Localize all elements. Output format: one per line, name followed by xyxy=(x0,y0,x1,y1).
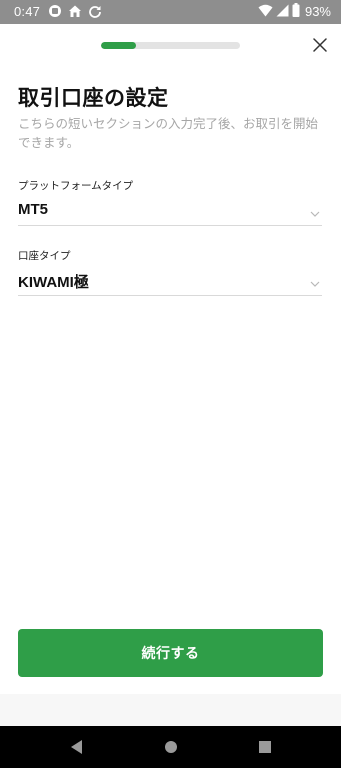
page-title: 取引口座の設定 xyxy=(18,86,169,110)
field-divider xyxy=(18,225,322,226)
field-divider xyxy=(18,295,322,296)
continue-button[interactable]: 続行する xyxy=(18,629,323,677)
battery-percentage: 93% xyxy=(304,4,331,19)
circle-notification-icon xyxy=(48,4,62,18)
platform-type-label: プラットフォームタイプ xyxy=(18,180,134,192)
footer-area xyxy=(0,694,341,726)
chevron-down-icon xyxy=(310,202,320,221)
status-system-icons: 93% xyxy=(258,3,331,20)
chevron-down-icon xyxy=(310,272,320,291)
back-triangle-icon[interactable] xyxy=(70,739,86,755)
page-subtitle: こちらの短いセクションの入力完了後、お取引を開始できます。 xyxy=(18,116,319,150)
status-bar: 0:47 93% xyxy=(0,0,341,24)
platform-type-value: MT5 xyxy=(18,201,48,218)
status-time: 0:47 xyxy=(14,4,41,19)
signal-icon xyxy=(276,4,289,20)
progress-bar xyxy=(101,42,240,49)
home-notification-icon xyxy=(68,4,82,18)
platform-type-select[interactable]: プラットフォームタイプ MT5 xyxy=(18,178,322,226)
close-button[interactable] xyxy=(308,34,332,58)
recent-square-icon[interactable] xyxy=(258,739,274,755)
account-type-select[interactable]: 口座タイプ KIWAMI極 xyxy=(18,248,322,296)
battery-icon xyxy=(292,3,300,20)
account-type-value: KIWAMI極 xyxy=(18,274,89,291)
home-circle-icon[interactable] xyxy=(164,739,180,755)
status-notification-icons xyxy=(48,4,102,18)
sync-notification-icon xyxy=(88,4,102,18)
close-icon xyxy=(313,37,327,56)
system-nav-bar xyxy=(0,726,341,768)
wifi-icon xyxy=(258,4,273,20)
account-type-label: 口座タイプ xyxy=(18,250,71,262)
progress-fill xyxy=(101,42,136,49)
